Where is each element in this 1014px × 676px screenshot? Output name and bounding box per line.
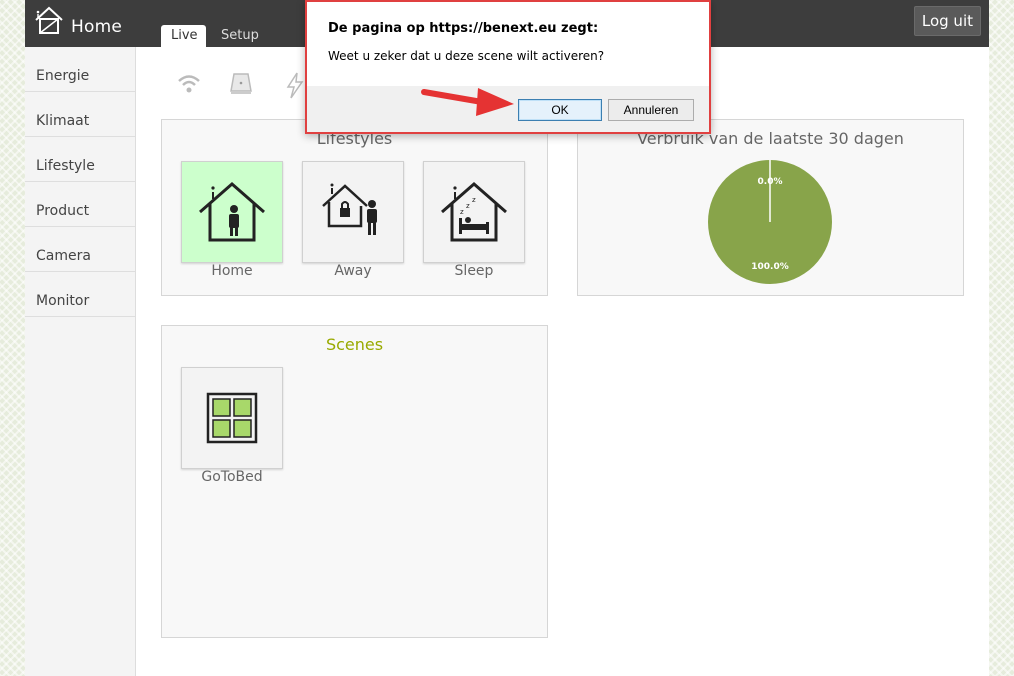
home-person-icon <box>199 182 265 242</box>
sidebar-item-klimaat[interactable]: Klimaat <box>25 92 135 137</box>
scene-grid-icon <box>206 392 258 444</box>
sidebar-item-camera[interactable]: Camera <box>25 227 135 272</box>
away-lock-icon <box>322 183 377 235</box>
tab-setup[interactable]: Setup <box>211 25 269 47</box>
scene-gotobed-label: GoToBed <box>201 469 263 485</box>
lifestyle-away-label: Away <box>334 263 372 279</box>
red-arrow-icon <box>421 88 514 116</box>
dialog-message: Weet u zeker dat u deze scene wilt activ… <box>328 49 605 63</box>
wifi-icon <box>176 71 202 101</box>
brand-title[interactable]: Home <box>71 17 122 37</box>
lifestyles-panel: Lifestyles Home Away z z z Sleep <box>161 119 548 296</box>
usage-pie-chart: 0.0% 100.0% <box>708 160 832 284</box>
pie-label-100: 100.0% <box>751 262 789 272</box>
svg-text:z: z <box>466 202 470 210</box>
lifestyle-home-tile[interactable] <box>181 161 283 263</box>
sidebar-item-energie[interactable]: Energie <box>25 47 135 92</box>
usage-panel: Verbruik van de laatste 30 dagen 0.0% 10… <box>577 119 964 296</box>
svg-text:z: z <box>460 208 464 216</box>
main-content: Lifestyles Home Away z z z Sleep Verbrui… <box>136 47 989 676</box>
sidebar: Energie Klimaat Lifestyle Product Camera… <box>25 47 136 676</box>
sidebar-item-product[interactable]: Product <box>25 182 135 227</box>
cancel-button[interactable]: Annuleren <box>608 99 694 121</box>
scenes-title: Scenes <box>325 335 384 354</box>
scenes-panel: Scenes GoToBed <box>161 325 548 638</box>
pie-label-0: 0.0% <box>758 177 783 187</box>
sidebar-item-monitor[interactable]: Monitor <box>25 272 135 317</box>
scene-gotobed-tile[interactable] <box>181 367 283 469</box>
logout-button[interactable]: Log uit <box>913 6 981 36</box>
gateway-icon <box>228 71 254 101</box>
home-logo-icon <box>33 4 65 36</box>
sidebar-item-lifestyle[interactable]: Lifestyle <box>25 137 135 182</box>
tab-live[interactable]: Live <box>161 25 206 47</box>
sleep-bed-icon: z z z <box>441 182 507 242</box>
svg-text:z: z <box>472 196 476 204</box>
lifestyle-sleep-label: Sleep <box>454 263 494 279</box>
lifestyle-home-label: Home <box>211 263 253 279</box>
lifestyle-away-tile[interactable] <box>302 161 404 263</box>
lifestyle-sleep-tile[interactable]: z z z <box>423 161 525 263</box>
dialog-title: De pagina op https://benext.eu zegt: <box>328 21 599 36</box>
ok-button[interactable]: OK <box>518 99 602 121</box>
